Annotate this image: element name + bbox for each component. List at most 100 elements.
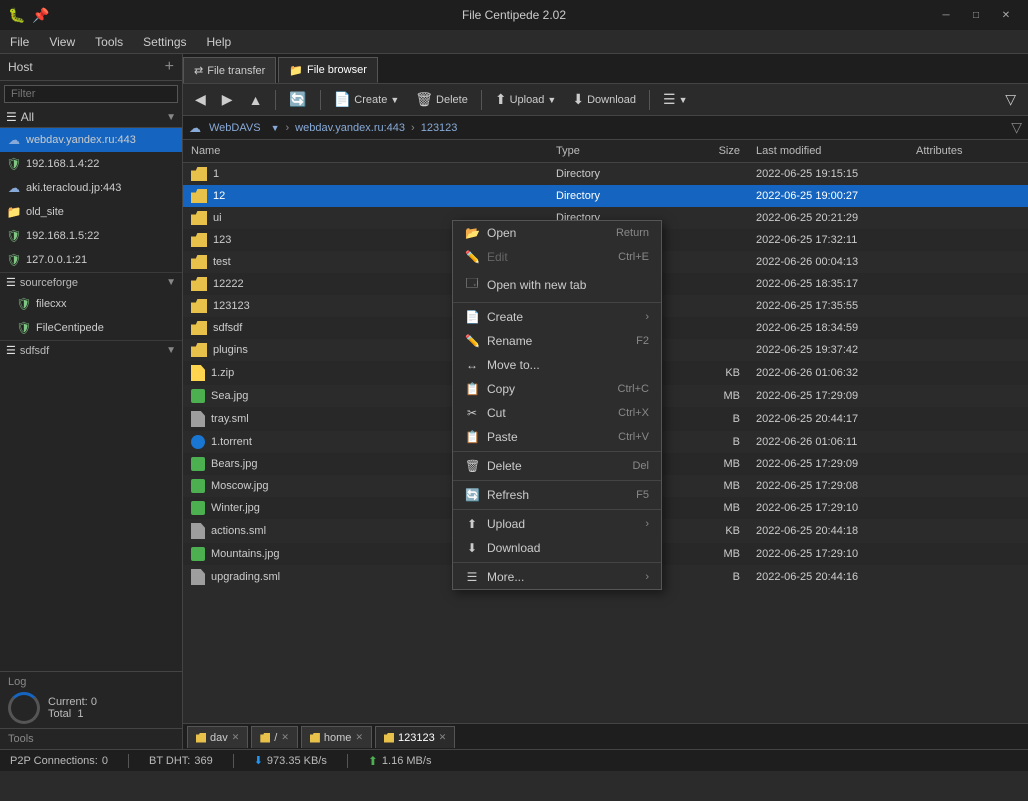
sidebar-item-ip2[interactable]: 🛡 192.168.1.5:22	[0, 224, 182, 248]
btab-123123[interactable]: 123123 ✕	[375, 726, 455, 748]
tab-file-browser[interactable]: 📁 File browser	[278, 57, 378, 83]
col-header-size[interactable]: Size	[668, 142, 748, 160]
file-attrs	[908, 552, 1028, 556]
btab-label: 123123	[398, 732, 435, 744]
bt-dht-value: 369	[194, 755, 212, 767]
context-menu-item-upload[interactable]: ⬆ Upload ›	[453, 512, 661, 536]
menu-view[interactable]: View	[39, 33, 85, 51]
col-header-type[interactable]: Type	[548, 142, 668, 160]
col-header-attributes[interactable]: Attributes	[908, 142, 1028, 160]
table-row[interactable]: 1 Directory 2022-06-25 19:15:15	[183, 163, 1028, 185]
upload-label: Upload	[510, 94, 545, 106]
breadcrumb-separator: ›	[285, 122, 289, 134]
sidebar-item-oldsite[interactable]: 📁 old_site	[0, 200, 182, 224]
context-menu-item-create[interactable]: 📄 Create ›	[453, 305, 661, 329]
submenu-arrow: ›	[645, 311, 649, 323]
btab-root[interactable]: / ✕	[251, 726, 298, 748]
breadcrumb-host[interactable]: webdav.yandex.ru:443	[291, 121, 409, 135]
context-menu-item-refresh[interactable]: 🔄 Refresh F5	[453, 483, 661, 507]
btab-label: home	[324, 732, 352, 744]
minimize-button[interactable]: ─	[932, 6, 960, 24]
table-row[interactable]: 12 Directory 2022-06-25 19:00:27	[183, 185, 1028, 207]
ctx-label: Copy	[487, 382, 515, 396]
btab-close[interactable]: ✕	[439, 732, 447, 743]
titlebar-icons: 🐛 📌	[8, 6, 50, 24]
delete-button[interactable]: 🗑Delete	[409, 88, 474, 111]
forward-button[interactable]: ▶	[216, 88, 239, 111]
ctx-icon: ✏️	[465, 334, 479, 348]
sidebar-item-ip1[interactable]: 🛡 192.168.1.4:22	[0, 152, 182, 176]
file-modified: 2022-06-25 17:29:10	[748, 546, 908, 562]
up-button[interactable]: ▲	[243, 89, 269, 111]
group-sourceforge[interactable]: ☰ sourceforge ▼	[0, 272, 182, 292]
context-menu-item-paste[interactable]: 📋 Paste Ctrl+V	[453, 425, 661, 449]
ctx-icon: 🗔	[465, 274, 479, 295]
context-menu-item-move-to[interactable]: ↔ Move to...	[453, 353, 661, 377]
tab-file-transfer[interactable]: ⇄ File transfer	[183, 57, 276, 83]
sidebar-item-filecxx[interactable]: 🛡 filecxx	[0, 292, 182, 316]
pin-icon[interactable]: 📌	[32, 6, 50, 24]
separator	[275, 90, 276, 110]
p2p-label: P2P Connections:	[10, 755, 98, 767]
file-browser-icon: 📁	[289, 64, 303, 77]
context-menu-item-download[interactable]: ⬇ Download	[453, 536, 661, 560]
file-size	[668, 172, 748, 176]
delete-icon: 🗑	[415, 91, 433, 108]
folder-icon	[191, 343, 207, 357]
menu-button[interactable]: ☰▼	[657, 88, 693, 111]
btab-close[interactable]: ✕	[232, 732, 240, 743]
add-host-button[interactable]: +	[165, 58, 174, 76]
menu-tools[interactable]: Tools	[85, 33, 133, 51]
create-button[interactable]: 📄Create▼	[328, 88, 405, 111]
sidebar-list: ☁ webdav.yandex.ru:443 🛡 192.168.1.4:22 …	[0, 128, 182, 671]
menu-settings[interactable]: Settings	[133, 33, 196, 51]
context-menu-item-cut[interactable]: ✂ Cut Ctrl+X	[453, 401, 661, 425]
tools-label: Tools	[8, 733, 174, 745]
tab-label: File transfer	[207, 65, 265, 77]
back-button[interactable]: ◀	[189, 88, 212, 111]
sidebar-item-local[interactable]: 🛡 127.0.0.1:21	[0, 248, 182, 272]
context-menu-item-delete[interactable]: 🗑 Delete Del	[453, 454, 661, 478]
group-selector[interactable]: ☰ All ▼	[0, 107, 182, 128]
context-menu-item-rename[interactable]: ✏️ Rename F2	[453, 329, 661, 353]
context-menu-item-open[interactable]: 📂 Open Return	[453, 221, 661, 245]
filter-icon[interactable]: ▽	[1011, 119, 1022, 136]
download-button[interactable]: ⬇Download	[566, 88, 642, 111]
context-menu-item-copy[interactable]: 📋 Copy Ctrl+C	[453, 377, 661, 401]
ctx-label: Rename	[487, 334, 532, 348]
col-header-name[interactable]: Name	[183, 142, 548, 160]
context-menu-item-open-new-tab[interactable]: 🗔 Open with new tab	[453, 269, 661, 300]
ctx-label: More...	[487, 570, 524, 584]
separator	[481, 90, 482, 110]
group-sdfsdf[interactable]: ☰ sdfsdf ▼	[0, 340, 182, 360]
ctx-label: Upload	[487, 517, 525, 531]
filter-button[interactable]: ▽	[999, 88, 1022, 111]
breadcrumb-path[interactable]: 123123	[417, 121, 462, 135]
breadcrumb-root[interactable]: WebDAVS	[205, 121, 265, 135]
file-name: 12	[183, 187, 548, 205]
sidebar-item-webdav[interactable]: ☁ webdav.yandex.ru:443	[0, 128, 182, 152]
sidebar-item-label: 127.0.0.1:21	[26, 254, 176, 266]
upload-button[interactable]: ⬆Upload▼	[489, 88, 563, 111]
file-modified: 2022-06-25 18:34:59	[748, 320, 908, 336]
btab-close[interactable]: ✕	[281, 732, 289, 743]
file-size: B	[668, 569, 748, 585]
context-menu-item-more[interactable]: ☰ More... ›	[453, 565, 661, 589]
download-label: Download	[587, 94, 636, 106]
col-header-modified[interactable]: Last modified	[748, 142, 908, 160]
maximize-button[interactable]: □	[962, 6, 990, 24]
refresh-button[interactable]: 🔄	[283, 88, 312, 111]
filter-input[interactable]	[4, 85, 178, 103]
btab-close[interactable]: ✕	[355, 732, 363, 743]
sidebar-item-filecentipede[interactable]: 🛡 FileCentipede	[0, 316, 182, 340]
ctx-label: Open	[487, 226, 516, 240]
btab-home[interactable]: home ✕	[301, 726, 372, 748]
btab-dav[interactable]: dav ✕	[187, 726, 248, 748]
menu-help[interactable]: Help	[197, 33, 242, 51]
menu-file[interactable]: File	[0, 33, 39, 51]
close-button[interactable]: ✕	[992, 6, 1020, 24]
sidebar-item-aki[interactable]: ☁ aki.teracloud.jp:443	[0, 176, 182, 200]
bt-dht: BT DHT: 369	[149, 755, 213, 767]
file-attrs	[908, 440, 1028, 444]
file-attrs	[908, 417, 1028, 421]
